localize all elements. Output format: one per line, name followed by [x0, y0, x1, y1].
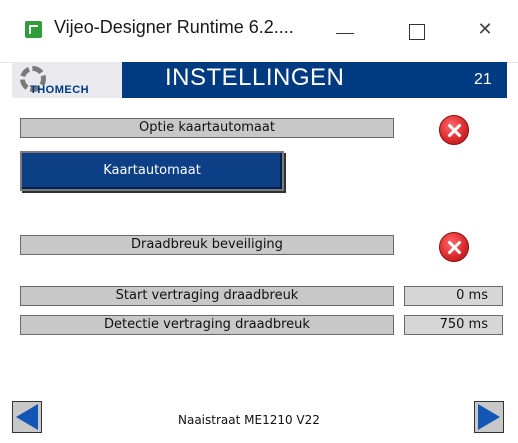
screen-number: 21 [474, 71, 492, 88]
start-delay-label: Start vertraging draadbreuk [20, 286, 394, 306]
wire-break-error-x-icon [439, 232, 469, 262]
minimize-icon-line [336, 33, 354, 34]
logo-text: THOMECH [30, 84, 90, 96]
page-title: INSTELLINGEN [165, 64, 345, 91]
next-screen-button[interactable] [474, 401, 504, 433]
card-option-label: Optie kaartautomaat [20, 118, 394, 138]
wire-break-label: Draadbreuk beveiliging [20, 235, 394, 255]
close-button[interactable]: ✕ [468, 16, 502, 44]
app-icon [25, 21, 42, 38]
detect-delay-label: Detectie vertraging draadbreuk [20, 315, 394, 335]
window-titlebar: Vijeo-Designer Runtime 6.2.... ✕ [0, 0, 518, 63]
footer-address: Naaistraat ME1210 V22 [178, 413, 320, 427]
maximize-icon [409, 24, 425, 40]
close-icon: ✕ [477, 19, 493, 40]
card-reader-button[interactable]: Kaartautomaat [20, 151, 284, 191]
detect-delay-value[interactable]: 750 ms [404, 315, 503, 335]
card-option-error-x-icon [439, 115, 469, 145]
hmi-body [12, 98, 507, 443]
window-title: Vijeo-Designer Runtime 6.2.... [54, 17, 294, 37]
minimize-button[interactable] [330, 16, 364, 44]
start-delay-value[interactable]: 0 ms [404, 286, 503, 306]
previous-screen-button[interactable] [12, 401, 42, 433]
